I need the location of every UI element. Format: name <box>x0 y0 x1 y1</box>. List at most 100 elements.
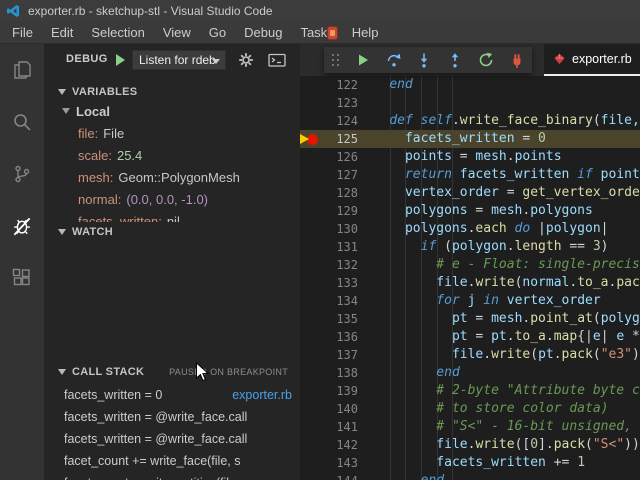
code-line-124[interactable]: 124def self.write_face_binary(file, scal… <box>300 112 640 130</box>
breakpoint-gutter[interactable] <box>300 454 320 472</box>
code-line-127[interactable]: 127return facets_written if points.lengt… <box>300 166 640 184</box>
activity-explorer-button[interactable] <box>0 44 44 96</box>
breakpoint-gutter[interactable] <box>300 94 320 112</box>
code-line-text: return facets_written if points.length <… <box>358 166 640 184</box>
activity-debug-button[interactable] <box>0 200 44 252</box>
variable-row[interactable]: normal:(0.0, 0.0, -1.0) <box>44 188 300 210</box>
code-line-126[interactable]: 126points = mesh.points <box>300 148 640 166</box>
breakpoint-gutter[interactable] <box>300 166 320 184</box>
breakpoint-gutter[interactable] <box>300 202 320 220</box>
breakpoint-gutter[interactable] <box>300 76 320 94</box>
breakpoint-gutter[interactable] <box>300 220 320 238</box>
variables-header-label: VARIABLES <box>72 86 137 98</box>
activity-extensions-button[interactable] <box>0 252 44 304</box>
explorer-icon <box>11 59 33 81</box>
code-line-125[interactable]: 125facets_written = 0 <box>300 130 640 148</box>
call-stack-header-label: CALL STACK <box>72 366 144 378</box>
debug-console-icon[interactable] <box>268 53 286 68</box>
menu-edit[interactable]: Edit <box>42 22 82 44</box>
code-editor[interactable]: 122end123124def self.write_face_binary(f… <box>300 76 640 480</box>
breakpoint-gutter[interactable] <box>300 400 320 418</box>
code-line-text: vertex_order = get_vertex_order(points, … <box>358 184 640 202</box>
call-stack-section-header[interactable]: CALL STACK PAUSED ON BREAKPOINT <box>44 362 300 382</box>
code-line-129[interactable]: 129polygons = mesh.polygons <box>300 202 640 220</box>
menu-file[interactable]: File <box>3 22 42 44</box>
frame-file-link[interactable]: exporter.rb <box>232 388 292 402</box>
call-stack-frame[interactable]: facets_written = 0exporter.rb <box>44 384 300 406</box>
watch-section-header[interactable]: WATCH <box>44 222 300 242</box>
code-line-132[interactable]: 132# e - Float: single-precision fl <box>300 256 640 274</box>
breakpoint-gutter[interactable] <box>300 310 320 328</box>
code-line-123[interactable]: 123 <box>300 94 640 112</box>
call-stack-frame[interactable]: facet_count += write_face(file, s <box>44 450 300 472</box>
breakpoint-gutter[interactable] <box>300 382 320 400</box>
breakpoint-gutter[interactable] <box>300 130 320 148</box>
frame-label: facet_count += write_face(file, s <box>64 454 292 468</box>
breakpoint-gutter[interactable] <box>300 364 320 382</box>
call-stack-frame[interactable]: facet_count = write_entities(file <box>44 472 300 480</box>
code-line-130[interactable]: 130polygons.each do |polygon| <box>300 220 640 238</box>
disconnect-icon[interactable] <box>509 52 525 69</box>
start-debug-icon[interactable] <box>116 54 125 66</box>
code-lines: 122end123124def self.write_face_binary(f… <box>300 76 640 480</box>
breakpoint-gutter[interactable] <box>300 472 320 480</box>
variable-row[interactable]: mesh:Geom::PolygonMesh <box>44 166 300 188</box>
code-line-137[interactable]: 137file.write(pt.pack("e3")) <box>300 346 640 364</box>
menu-help[interactable]: Help <box>343 22 388 44</box>
menu-view[interactable]: View <box>154 22 200 44</box>
continue-icon[interactable] <box>355 52 371 68</box>
code-line-131[interactable]: 131if (polygon.length == 3) <box>300 238 640 256</box>
code-line-144[interactable]: 144end <box>300 472 640 480</box>
code-line-141[interactable]: 141# "S<" - 16-bit unsigned, l <box>300 418 640 436</box>
menu-debug[interactable]: Debug <box>235 22 291 44</box>
variables-section-header[interactable]: VARIABLES <box>44 82 300 102</box>
code-line-128[interactable]: 128vertex_order = get_vertex_order(point… <box>300 184 640 202</box>
code-line-139[interactable]: 139# 2-byte "Attribute byte co <box>300 382 640 400</box>
restart-icon[interactable] <box>478 52 494 68</box>
code-line-122[interactable]: 122end <box>300 76 640 94</box>
menu-selection[interactable]: Selection <box>82 22 153 44</box>
call-stack-list: facets_written = 0exporter.rbfacets_writ… <box>44 384 300 480</box>
ruby-gem-icon <box>553 52 566 66</box>
call-stack-frame[interactable]: facets_written = @write_face.call <box>44 428 300 450</box>
line-number: 136 <box>320 328 358 346</box>
activity-source-control-button[interactable] <box>0 148 44 200</box>
breakpoint-gutter[interactable] <box>300 292 320 310</box>
step-into-icon[interactable] <box>416 52 432 68</box>
gear-icon[interactable] <box>238 52 254 68</box>
call-stack-frame[interactable]: facets_written = @write_face.call <box>44 406 300 428</box>
code-line-142[interactable]: 142file.write([0].pack("S<")) <box>300 436 640 454</box>
scope-local[interactable]: Local <box>44 100 300 122</box>
menu-go[interactable]: Go <box>200 22 235 44</box>
code-line-140[interactable]: 140# to store color data) <box>300 400 640 418</box>
variable-row[interactable]: facets_written:nil <box>44 210 300 222</box>
code-line-136[interactable]: 136pt = pt.to_a.map{|e| e * scale} <box>300 328 640 346</box>
frame-label: facets_written = @write_face.call <box>64 432 292 446</box>
breakpoint-gutter[interactable] <box>300 184 320 202</box>
activity-search-button[interactable] <box>0 96 44 148</box>
step-out-icon[interactable] <box>447 52 463 68</box>
breakpoint-gutter[interactable] <box>300 238 320 256</box>
drag-handle-icon[interactable] <box>331 53 340 67</box>
breakpoint-gutter[interactable] <box>300 328 320 346</box>
breakpoint-gutter[interactable] <box>300 418 320 436</box>
step-over-icon[interactable] <box>386 52 402 68</box>
debug-config-dropdown[interactable]: Listen for rdeb <box>132 50 226 70</box>
breakpoint-gutter[interactable] <box>300 148 320 166</box>
breakpoint-gutter[interactable] <box>300 112 320 130</box>
code-line-134[interactable]: 134for j in vertex_order <box>300 292 640 310</box>
vscode-window: exporter.rb - sketchup-stl - Visual Stud… <box>0 0 640 480</box>
breakpoint-gutter[interactable] <box>300 346 320 364</box>
variable-row[interactable]: file:File <box>44 122 300 144</box>
tab-exporter-rb[interactable]: exporter.rb <box>544 44 640 76</box>
code-line-text: facets_written += 1 <box>358 454 640 472</box>
code-line-143[interactable]: 143facets_written += 1 <box>300 454 640 472</box>
code-line-133[interactable]: 133file.write(normal.to_a.pack("e3")) <box>300 274 640 292</box>
code-line-text: # "S<" - 16-bit unsigned, l <box>358 418 640 436</box>
code-line-135[interactable]: 135pt = mesh.point_at(polygon[j]. <box>300 310 640 328</box>
breakpoint-gutter[interactable] <box>300 436 320 454</box>
code-line-138[interactable]: 138end <box>300 364 640 382</box>
breakpoint-gutter[interactable] <box>300 256 320 274</box>
variable-row[interactable]: scale:25.4 <box>44 144 300 166</box>
breakpoint-gutter[interactable] <box>300 274 320 292</box>
